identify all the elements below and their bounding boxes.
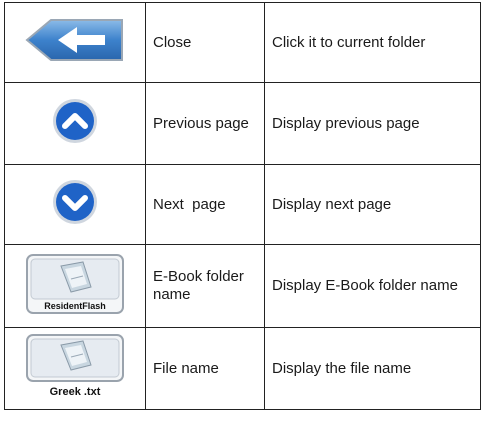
row-name: Previous page [145, 82, 265, 165]
back-arrow-icon [25, 18, 125, 67]
table-row: Next page Display next page [4, 164, 481, 245]
table-row: Greek .txt File name Display the file na… [4, 327, 481, 410]
row-name: Close [145, 2, 265, 83]
row-description: Display previous page [264, 82, 481, 165]
table-row: Close Click it to current folder [4, 2, 481, 83]
ebook-folder-label: ResidentFlash [44, 301, 106, 311]
row-name: Next page [145, 164, 265, 245]
row-description: Display next page [264, 164, 481, 245]
row-description: Click it to current folder [264, 2, 481, 83]
table-row: Previous page Display previous page [4, 82, 481, 165]
row-description: Display E-Book folder name [264, 244, 481, 328]
row-description: Display the file name [264, 327, 481, 410]
icon-reference-table: Close Click it to current folder Previou… [4, 2, 481, 410]
row-name: File name [145, 327, 265, 410]
chevron-up-icon [51, 97, 99, 150]
file-label: Greek .txt [50, 386, 101, 398]
chevron-down-icon [51, 178, 99, 231]
ebook-folder-icon: ResidentFlash [25, 253, 125, 320]
table-row: ResidentFlash E-Book folder name Display… [4, 244, 481, 328]
row-name: E-Book folder name [145, 244, 265, 328]
file-icon: Greek .txt [25, 333, 125, 404]
